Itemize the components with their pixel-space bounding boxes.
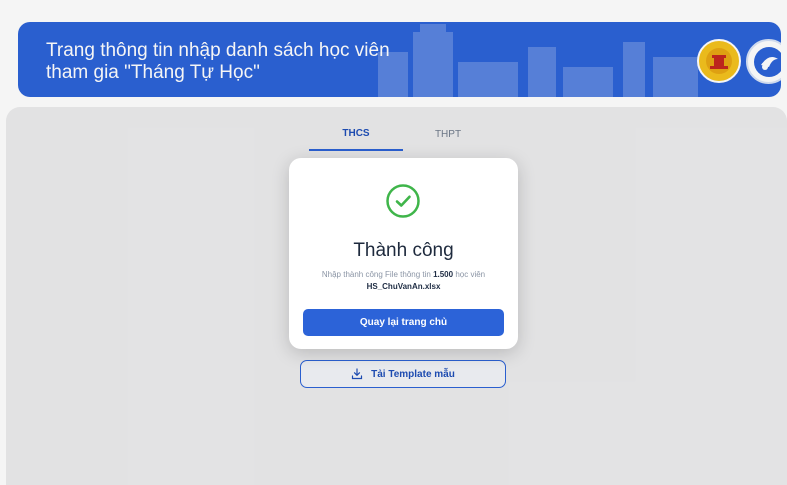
imported-file-name: HS_ChuVanAn.xlsx <box>366 282 441 291</box>
imported-count: 1.500 <box>433 270 454 279</box>
dialog-description-suffix: học viên <box>453 270 486 279</box>
success-check-icon <box>386 184 420 218</box>
dialog-description-prefix: Nhập thành công File thông tin <box>321 270 434 279</box>
back-to-home-button[interactable]: Quay lại trang chủ <box>303 309 504 336</box>
success-dialog: Thành công Nhập thành công File thông ti… <box>289 158 518 349</box>
dialog-description: Nhập thành công File thông tin 1.500 học… <box>297 269 510 281</box>
dialog-title: Thành công <box>353 240 454 261</box>
